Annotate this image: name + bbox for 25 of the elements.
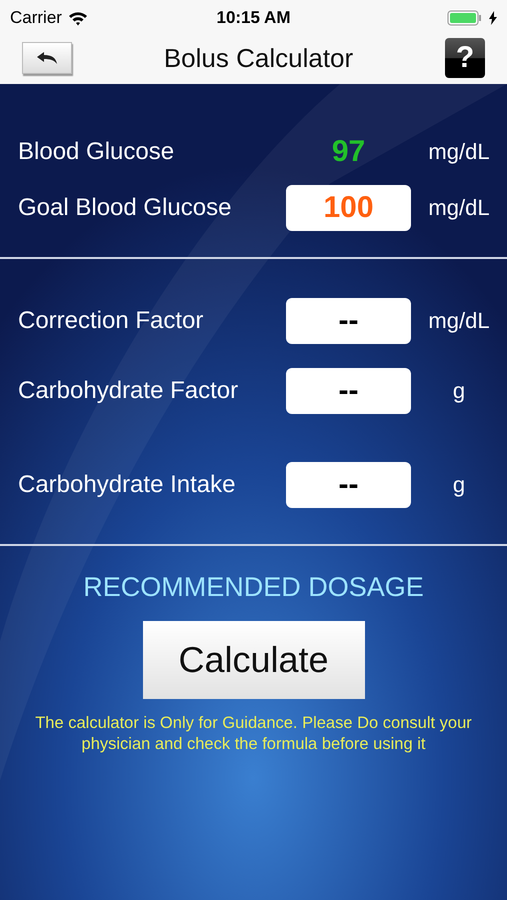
unit-label: g [452,472,466,498]
battery-icon [447,10,483,26]
calculate-button[interactable]: Calculate [142,621,364,699]
wifi-icon [68,10,88,26]
unit-label: mg/dL [427,139,491,165]
input-field[interactable]: -- [286,298,411,344]
status-time: 10:15 AM [216,8,290,28]
undo-arrow-icon [36,51,58,65]
field-label: Blood Glucose [17,138,176,166]
field-label: Carbohydrate Intake [17,471,236,499]
field-label: Carbohydrate Factor [17,377,240,405]
field-label: Correction Factor [17,307,204,335]
help-button[interactable]: ? [445,38,485,78]
glucose-reading: 97 [330,135,366,169]
input-field[interactable]: -- [286,368,411,414]
section-heading: RECOMMENDED DOSAGE [83,572,424,603]
field-label: Goal Blood Glucose [17,194,232,222]
carrier-name: Carrier [10,8,62,28]
unit-label: mg/dL [427,195,491,221]
input-field[interactable]: -- [286,462,411,508]
disclaimer-text: The calculator is Only for Guidance. Please Do consult your physician and check the formula before using it [34,713,473,755]
unit-label: mg/dL [427,308,491,334]
unit-label: g [452,378,466,404]
screen-title: Bolus Calculator [164,42,354,74]
back-button[interactable] [22,42,72,74]
